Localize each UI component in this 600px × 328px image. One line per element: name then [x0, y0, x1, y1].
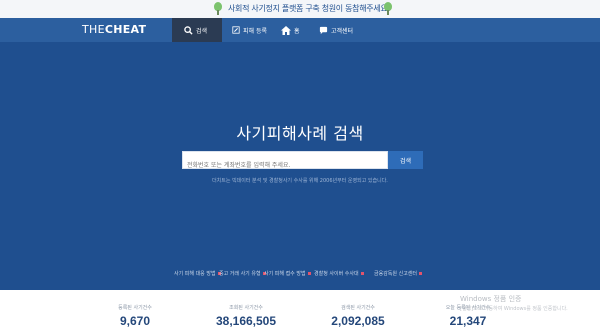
- edit-icon: [232, 26, 240, 34]
- stat-label: 등록된 사기건수: [118, 305, 152, 311]
- tree-icon: [214, 2, 222, 15]
- banner-message[interactable]: 사회적 사기정지 플랫폼 구축 청원이 동참해주세요!: [228, 3, 391, 14]
- header-bar: THECHEAT 검색 피해 등록 홈 고객센터: [0, 18, 600, 42]
- nav-search[interactable]: 검색: [172, 18, 222, 42]
- nav-home[interactable]: 홈: [268, 18, 308, 42]
- stat-value: 38,166,505: [215, 314, 277, 328]
- stat-value: 21,347: [449, 314, 487, 328]
- search-button[interactable]: 검색: [388, 151, 423, 169]
- nav-report[interactable]: 피해 등록: [222, 18, 268, 42]
- search-field-wrapper[interactable]: [182, 151, 388, 174]
- logo[interactable]: THECHEAT: [82, 23, 146, 36]
- home-icon: [281, 25, 291, 35]
- chat-icon: [319, 26, 328, 34]
- notice-text: 더치트는 빅데이터 분석 및 경찰청사기 수사를 위해 2006년부터 운영되고…: [212, 178, 388, 184]
- stat-registered: 등록된 사기건수 9,670: [85, 290, 185, 328]
- dot-icon: [360, 272, 364, 275]
- nav-report-label: 피해 등록: [243, 27, 267, 35]
- tree-icon: [384, 2, 392, 15]
- windows-activation-subtitle: [설정]으로 이동하여 Windows를 정품 인증합니다.: [460, 306, 568, 312]
- logo-text-bold: CHEAT: [104, 23, 147, 36]
- logo-text-thin: THE: [82, 23, 105, 36]
- stat-value: 2,092,085: [331, 314, 385, 328]
- stat-label: 조회된 사기건수: [229, 305, 263, 311]
- page-title: 사기피해사례 검색: [236, 124, 364, 143]
- quick-link[interactable]: 금융감독원 신고센터: [374, 270, 422, 277]
- nav-home-label: 홈: [294, 27, 300, 35]
- quick-links: 사기 피해 대응 방법 중고 거래 사기 유형 사기 피해 접수 방법 경찰청 …: [0, 270, 600, 280]
- stat-searched: 조회된 사기건수 38,166,505: [196, 290, 296, 328]
- stat-found: 검색된 사기건수 2,092,085: [308, 290, 408, 328]
- quick-link[interactable]: 사기 피해 접수 방법: [264, 270, 311, 277]
- windows-activation-title: Windows 정품 인증: [460, 295, 522, 303]
- nav-search-label: 검색: [196, 27, 208, 35]
- dot-icon: [419, 272, 422, 275]
- stat-label: 검색된 사기건수: [341, 305, 375, 311]
- search-icon: [184, 25, 193, 35]
- search-input[interactable]: [183, 157, 387, 174]
- quick-link[interactable]: 사기 피해 대응 방법: [174, 270, 221, 277]
- top-banner[interactable]: 사회적 사기정지 플랫폼 구축 청원이 동참해주세요!: [0, 0, 600, 18]
- stat-value: 9,670: [119, 314, 151, 328]
- dot-icon: [307, 272, 311, 275]
- nav-support[interactable]: 고객센터: [308, 18, 358, 42]
- quick-link[interactable]: 중고 거래 사기 유형: [219, 270, 266, 277]
- quick-link[interactable]: 경찰청 사이버 수사대: [314, 270, 364, 277]
- nav-support-label: 고객센터: [331, 27, 354, 35]
